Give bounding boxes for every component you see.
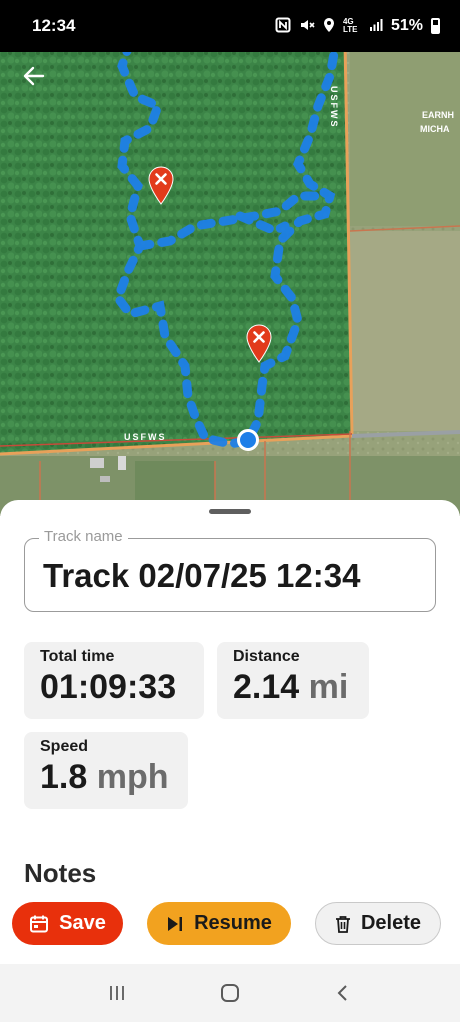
recents-icon — [109, 986, 124, 1000]
home-icon — [220, 984, 239, 1002]
usfws-label-right: USFWS — [329, 86, 339, 129]
status-icons: 4G LTE 51% — [275, 17, 440, 36]
system-nav-bar — [0, 964, 460, 1022]
stat-speed: Speed 1.8 mph — [24, 732, 188, 809]
place-label-line1: EARNH — [422, 110, 455, 120]
distance-unit: mi — [308, 668, 349, 706]
track-name-field[interactable]: Track name Track 02/07/25 12:34 — [24, 528, 436, 612]
mute-icon — [299, 17, 315, 36]
sheet-drag-handle[interactable] — [209, 509, 251, 514]
distance-value-row: 2.14 mi — [233, 668, 369, 707]
chevron-left-icon — [337, 985, 348, 1001]
status-time: 12:34 — [32, 16, 76, 35]
resume-button[interactable]: Resume — [147, 902, 291, 945]
home-button[interactable] — [210, 973, 250, 1013]
signal-icon — [369, 18, 383, 35]
stat-total-time: Total time 01:09:33 — [24, 642, 204, 719]
track-name-input[interactable]: Track 02/07/25 12:34 — [43, 557, 360, 595]
status-bar: 12:34 4G LTE 51% — [0, 0, 460, 52]
resume-label: Resume — [194, 912, 272, 934]
track-name-label: Track name — [39, 528, 128, 545]
arrow-left-icon — [23, 66, 45, 86]
delete-button[interactable]: Delete — [315, 902, 441, 945]
distance-value: 2.14 — [233, 668, 300, 706]
location-icon — [323, 17, 335, 36]
place-label-line2: MICHA — [420, 124, 450, 134]
track-details-sheet: Track name Track 02/07/25 12:34 Total ti… — [0, 500, 460, 964]
save-label: Save — [59, 912, 106, 934]
recents-button[interactable] — [97, 973, 137, 1013]
speed-unit: mph — [96, 758, 169, 796]
distance-label: Distance — [233, 648, 300, 665]
notes-title: Notes — [24, 858, 97, 888]
back-nav-button[interactable] — [323, 973, 363, 1013]
speed-value: 1.8 — [40, 758, 88, 796]
resume-play-icon — [168, 916, 183, 931]
battery-icon — [431, 18, 440, 34]
total-time-value: 01:09:33 — [40, 668, 177, 706]
nfc-icon — [275, 17, 291, 36]
current-location-dot — [237, 429, 259, 451]
network-label: 4G LTE — [342, 17, 358, 34]
calendar-icon — [30, 915, 49, 932]
trash-icon — [335, 915, 350, 933]
map-view[interactable]: USFWS USFWS EARNH MICHA — [0, 36, 460, 516]
waypoint-marker[interactable] — [147, 166, 175, 206]
total-time-label: Total time — [40, 648, 115, 665]
speed-label: Speed — [40, 738, 89, 755]
back-button[interactable] — [18, 62, 50, 94]
battery-percent: 51% — [390, 17, 423, 34]
speed-value-row: 1.8 mph — [40, 758, 188, 797]
save-button[interactable]: Save — [12, 902, 123, 945]
usfws-label-bottom: USFWS — [124, 432, 167, 442]
waypoint-marker[interactable] — [245, 324, 273, 364]
stat-distance: Distance 2.14 mi — [217, 642, 369, 719]
delete-label: Delete — [360, 912, 422, 934]
